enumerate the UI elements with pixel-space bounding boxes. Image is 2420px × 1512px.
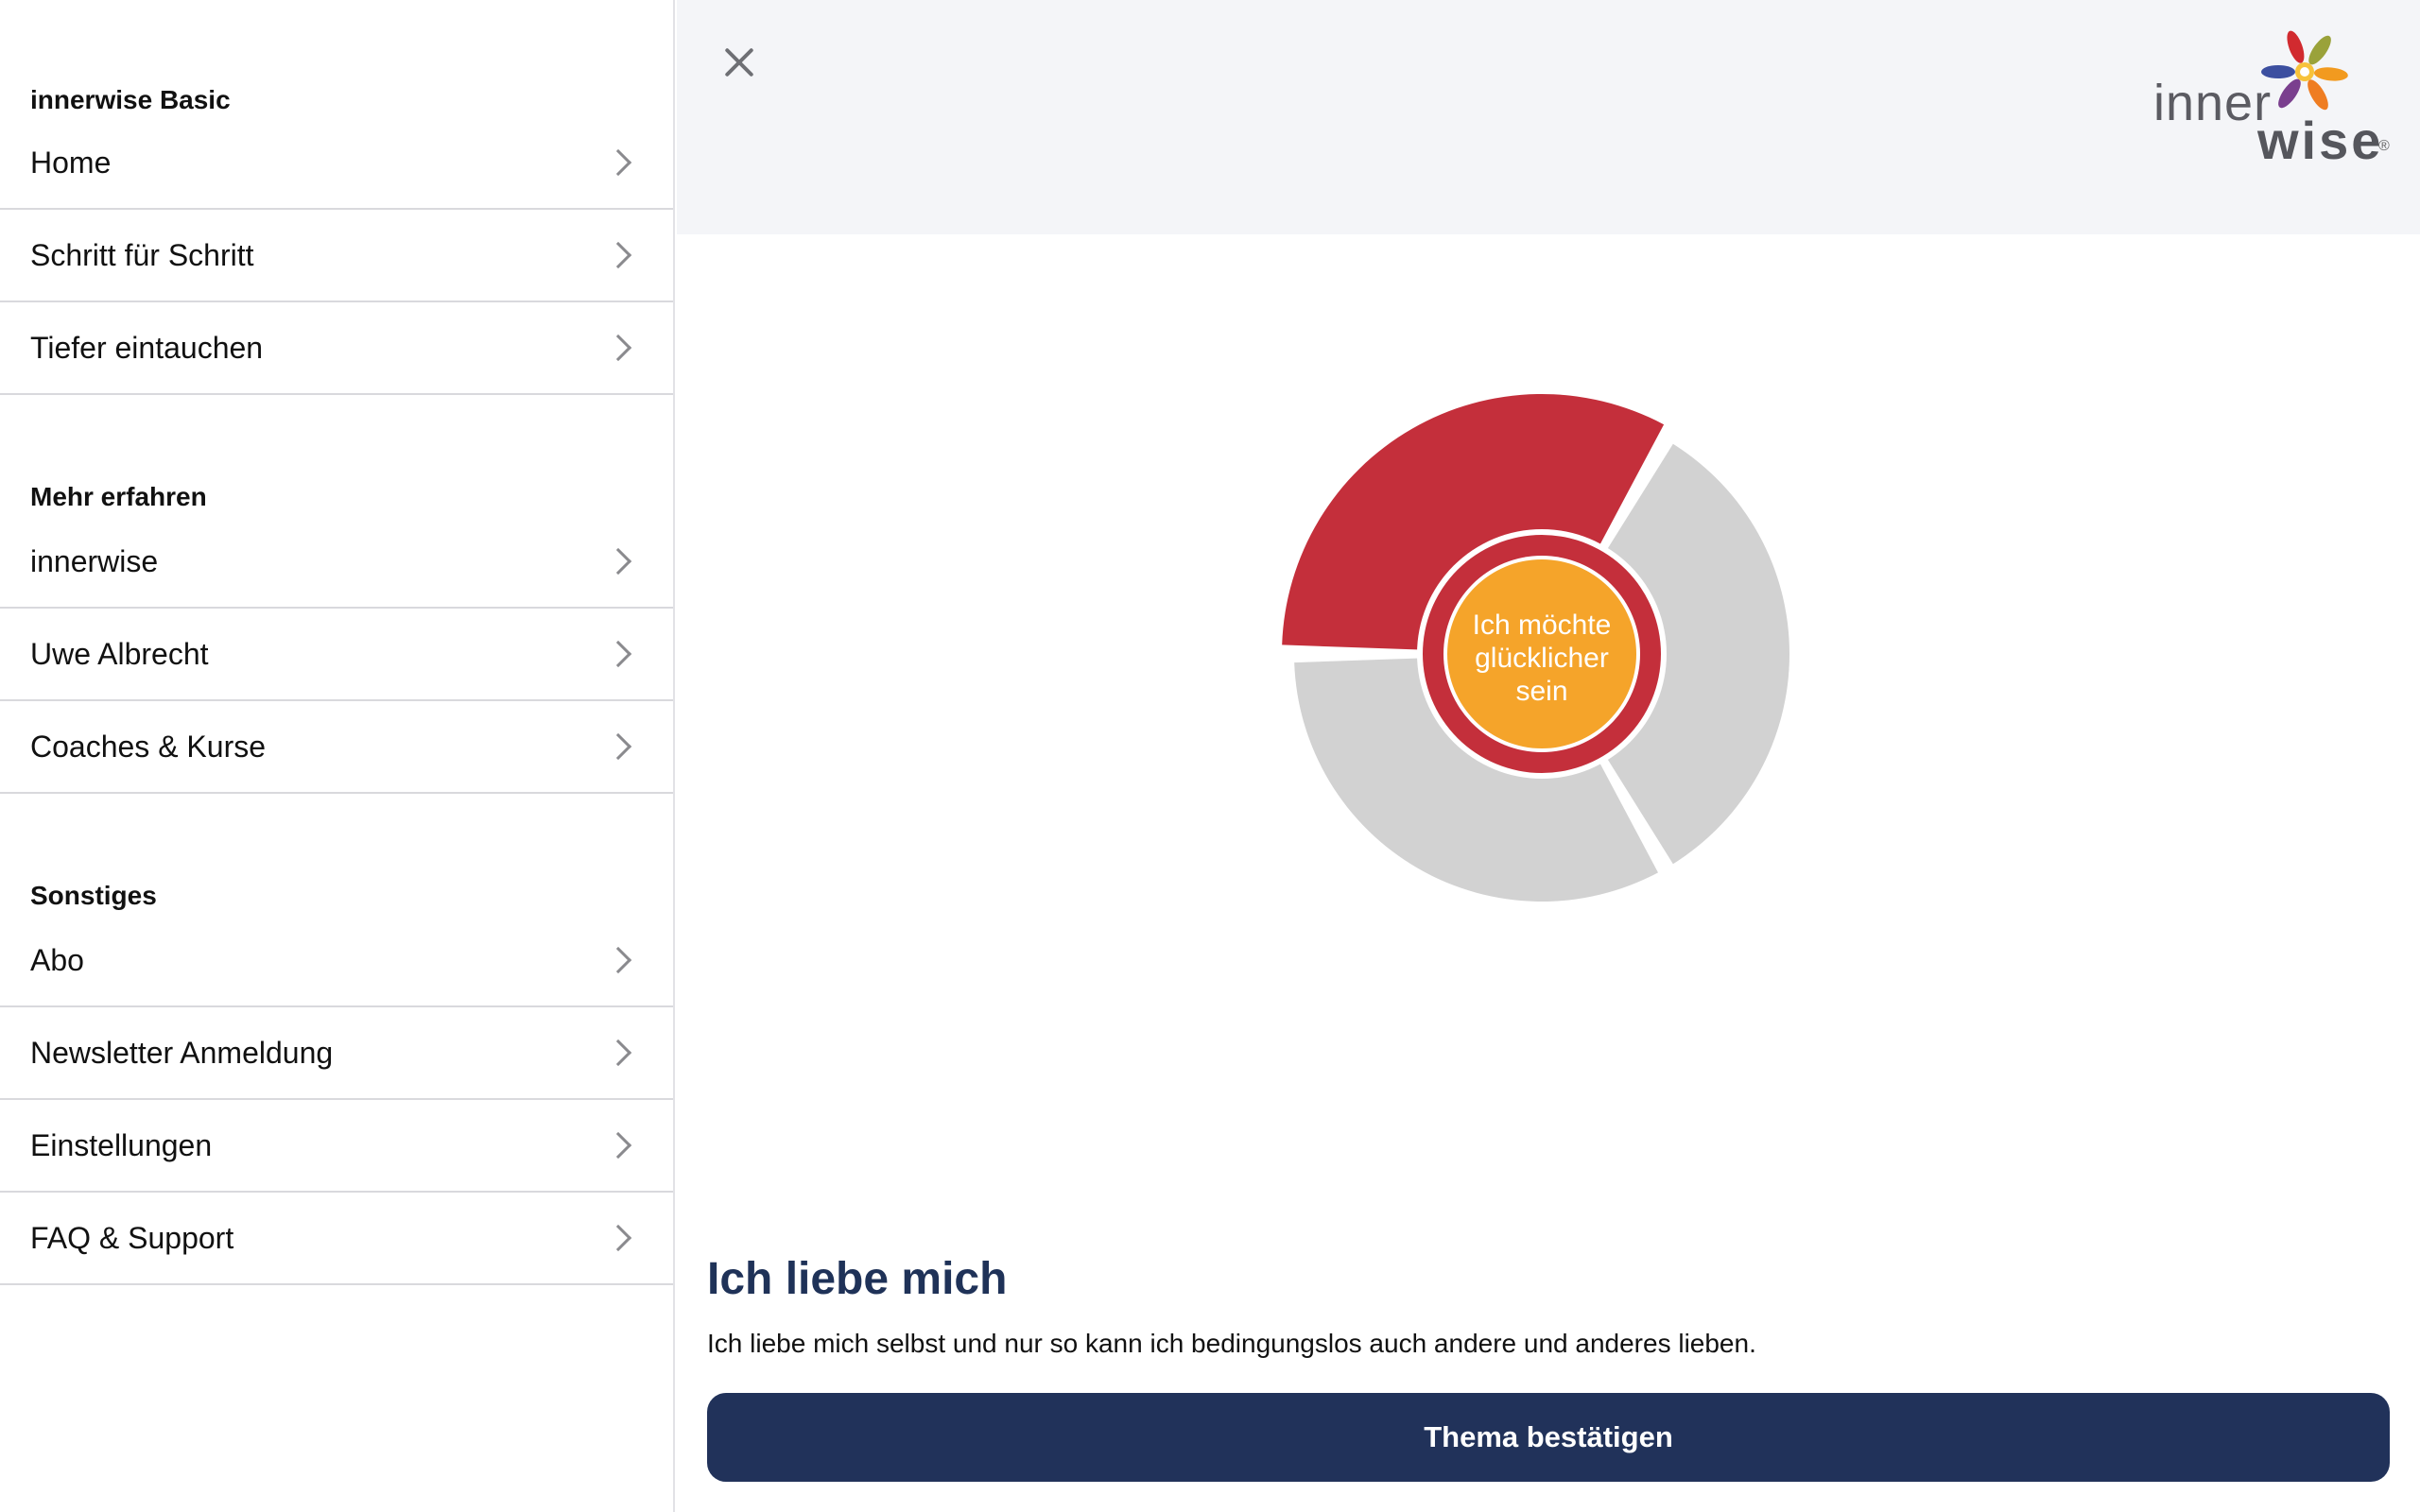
topic-description: Ich liebe mich selbst und nur so kann ic…: [707, 1329, 1756, 1358]
menu-item-label: Abo: [30, 942, 84, 977]
menu-item-label: Coaches & Kurse: [30, 729, 267, 764]
sidebar-menu: innerwise Basic Home Schritt für Schritt…: [0, 0, 675, 1512]
section-heading-mehr-erfahren: Mehr erfahren: [30, 482, 207, 511]
chevron-right-icon: [604, 148, 632, 177]
chevron-right-icon: [604, 946, 632, 974]
chevron-right-icon: [604, 241, 632, 269]
chevron-right-icon: [604, 732, 632, 761]
menu-item-label: Uwe Albrecht: [30, 636, 209, 671]
menu-item-newsletter[interactable]: Newsletter Anmeldung: [0, 1007, 673, 1100]
menu-item-label: innerwise: [30, 543, 159, 578]
menu-list-sonstiges: Abo Newsletter Anmeldung Einstellungen F…: [0, 915, 673, 1285]
menu-item-label: Einstellungen: [30, 1127, 213, 1162]
wheel-center-button[interactable]: [1447, 559, 1636, 748]
menu-item-label: Newsletter Anmeldung: [30, 1035, 334, 1070]
topic-wheel: Ich möchte glücklicher sein: [1258, 370, 1825, 937]
confirm-topic-button[interactable]: Thema bestätigen: [707, 1393, 2390, 1482]
logo-text-wise: wise: [2257, 111, 2384, 170]
menu-list-mehr-erfahren: innerwise Uwe Albrecht Coaches & Kurse: [0, 516, 673, 794]
close-icon[interactable]: [720, 43, 758, 81]
menu-item-label: Tiefer eintauchen: [30, 330, 264, 365]
section-heading-basic: innerwise Basic: [30, 85, 231, 114]
menu-item-schritt-fuer-schritt[interactable]: Schritt für Schritt: [0, 210, 673, 302]
topic-title: Ich liebe mich: [707, 1254, 1008, 1304]
menu-item-label: Schritt für Schritt: [30, 237, 254, 272]
chevron-right-icon: [604, 547, 632, 576]
chevron-right-icon: [604, 1039, 632, 1067]
menu-item-label: Home: [30, 145, 112, 180]
chevron-right-icon: [604, 1131, 632, 1160]
logo-registered: ®: [2378, 138, 2390, 154]
menu-item-abo[interactable]: Abo: [0, 915, 673, 1007]
chevron-right-icon: [604, 334, 632, 362]
menu-list-basic: Home Schritt für Schritt Tiefer eintauch…: [0, 117, 673, 395]
menu-item-coaches-kurse[interactable]: Coaches & Kurse: [0, 701, 673, 794]
menu-item-tiefer-eintauchen[interactable]: Tiefer eintauchen: [0, 302, 673, 395]
chevron-right-icon: [604, 640, 632, 668]
topic-wheel-graphic: [1282, 393, 1789, 902]
menu-item-innerwise[interactable]: innerwise: [0, 516, 673, 609]
menu-item-faq-support[interactable]: FAQ & Support: [0, 1193, 673, 1285]
logo-text-inner: inner: [2153, 75, 2273, 131]
menu-item-uwe-albrecht[interactable]: Uwe Albrecht: [0, 609, 673, 701]
menu-item-einstellungen[interactable]: Einstellungen: [0, 1100, 673, 1193]
innerwise-logo: inner wise ®: [2153, 23, 2390, 170]
menu-item-label: FAQ & Support: [30, 1220, 234, 1255]
top-bar: inner wise ®: [677, 0, 2420, 234]
section-heading-sonstiges: Sonstiges: [30, 881, 157, 910]
main-content: inner wise ® Ich möchte glücklicher sein…: [677, 0, 2420, 1512]
chevron-right-icon: [604, 1224, 632, 1252]
menu-item-home[interactable]: Home: [0, 117, 673, 210]
